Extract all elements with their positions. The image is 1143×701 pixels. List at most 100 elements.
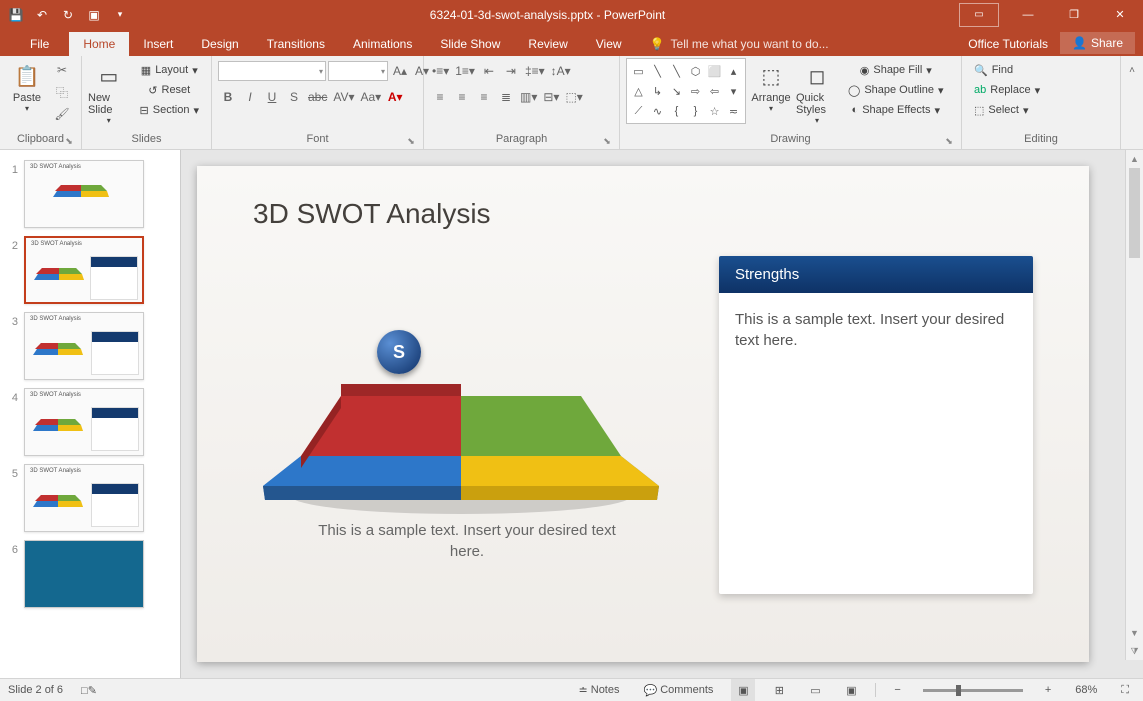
minimize-button[interactable]: —	[1005, 0, 1051, 29]
zoom-level[interactable]: 68%	[1069, 679, 1103, 701]
slide-thumbnail[interactable]: 3D SWOT Analysis	[24, 388, 144, 456]
cut-button[interactable]: ✂	[52, 60, 72, 80]
undo-icon[interactable]: ↶	[30, 3, 54, 27]
shape-icon[interactable]: ⬜	[705, 61, 724, 81]
zoom-slider[interactable]	[923, 689, 1023, 692]
scroll-up-icon[interactable]: ▲	[1126, 150, 1143, 168]
font-family-combo[interactable]	[218, 61, 326, 81]
shadow-button[interactable]: S	[284, 87, 304, 107]
fit-to-window-icon[interactable]: ⛶	[1115, 679, 1135, 701]
shape-icon[interactable]: ⇨	[686, 81, 705, 101]
restore-button[interactable]: ❐	[1051, 0, 1097, 29]
align-left-button[interactable]: ≡	[430, 87, 450, 107]
tab-file[interactable]: File	[20, 32, 69, 56]
shape-icon[interactable]: }	[686, 101, 705, 121]
select-button[interactable]: ⬚Select ▾	[968, 100, 1035, 120]
zoom-thumb[interactable]	[956, 685, 961, 696]
underline-button[interactable]: U	[262, 87, 282, 107]
find-button[interactable]: 🔍Find	[968, 60, 1019, 80]
redo-icon[interactable]: ↻	[56, 3, 80, 27]
slide-indicator[interactable]: Slide 2 of 6	[8, 684, 63, 696]
shape-effects-button[interactable]: ◐Shape Effects ▾	[842, 100, 950, 120]
slide-thumbnail[interactable]: 3D SWOT Analysis	[24, 236, 144, 304]
line-spacing-button[interactable]: ‡≡▾	[523, 61, 547, 81]
replace-button[interactable]: abReplace ▾	[968, 80, 1046, 100]
start-from-beginning-icon[interactable]: ▣	[82, 3, 106, 27]
share-button[interactable]: 👤 Share	[1060, 32, 1135, 54]
strengths-panel[interactable]: Strengths This is a sample text. Insert …	[719, 256, 1033, 594]
scroll-thumb[interactable]	[1129, 168, 1140, 258]
shape-icon[interactable]: ∿	[648, 101, 667, 121]
shape-icon[interactable]: ↘	[667, 81, 686, 101]
arrange-button[interactable]: ⬚ Arrange▾	[750, 58, 792, 113]
slide-caption[interactable]: This is a sample text. Insert your desir…	[307, 520, 627, 562]
shape-icon[interactable]: ╲	[667, 61, 686, 81]
comments-button[interactable]: 💬 Comments	[638, 679, 720, 701]
font-color-button[interactable]: A▾	[385, 87, 405, 107]
swot-platform[interactable]	[261, 336, 661, 536]
smartart-button[interactable]: ⬚▾	[563, 87, 584, 107]
tab-animations[interactable]: Animations	[339, 32, 426, 56]
align-right-button[interactable]: ≡	[474, 87, 494, 107]
shape-icon[interactable]: ⇦	[705, 81, 724, 101]
strength-pin[interactable]: S	[377, 330, 421, 374]
font-launcher-icon[interactable]: ⬊	[405, 136, 417, 148]
shape-outline-button[interactable]: ◯Shape Outline ▾	[842, 80, 950, 100]
slideshow-view-icon[interactable]: ▣	[839, 679, 863, 701]
reset-button[interactable]: ↺Reset	[134, 80, 205, 100]
office-tutorials-link[interactable]: Office Tutorials	[956, 32, 1060, 56]
scroll-down-icon[interactable]: ▼	[1126, 624, 1143, 642]
slide-canvas[interactable]: 3D SWOT Analysis	[197, 166, 1089, 662]
tab-home[interactable]: Home	[69, 32, 129, 56]
tell-me-search[interactable]: 💡 Tell me what you want to do...	[636, 32, 843, 56]
slide-thumbnail[interactable]	[24, 540, 144, 608]
tab-review[interactable]: Review	[514, 32, 581, 56]
close-button[interactable]: ✕	[1097, 0, 1143, 29]
spacing-button[interactable]: AV▾	[331, 87, 356, 107]
font-size-combo[interactable]	[328, 61, 388, 81]
save-icon[interactable]: 💾	[4, 3, 28, 27]
bold-button[interactable]: B	[218, 87, 238, 107]
columns-button[interactable]: ▥▾	[518, 87, 539, 107]
notes-button[interactable]: ≐ Notes	[573, 679, 626, 701]
spell-check-icon[interactable]: □✎	[75, 679, 103, 701]
numbering-button[interactable]: 1≡▾	[453, 61, 477, 81]
align-text-button[interactable]: ⊟▾	[541, 87, 561, 107]
tab-slideshow[interactable]: Slide Show	[426, 32, 514, 56]
sorter-view-icon[interactable]: ⊞	[767, 679, 791, 701]
shape-icon[interactable]: ⬡	[686, 61, 705, 81]
tab-insert[interactable]: Insert	[129, 32, 187, 56]
italic-button[interactable]: I	[240, 87, 260, 107]
align-center-button[interactable]: ≡	[452, 87, 472, 107]
shape-icon[interactable]: ▾	[724, 81, 743, 101]
qat-customize-icon[interactable]: ▾	[108, 3, 132, 27]
shape-fill-button[interactable]: ◉Shape Fill ▾	[842, 60, 950, 80]
slide-thumbnail[interactable]: 3D SWOT Analysis	[24, 464, 144, 532]
slide-thumbnail[interactable]: 3D SWOT Analysis	[24, 160, 144, 228]
reading-view-icon[interactable]: ▭	[803, 679, 827, 701]
shape-icon[interactable]: ↳	[648, 81, 667, 101]
slide-title[interactable]: 3D SWOT Analysis	[253, 198, 491, 230]
zoom-out-button[interactable]: −	[888, 679, 906, 701]
next-slide-icon[interactable]: ⧩	[1126, 642, 1143, 660]
shape-icon[interactable]: ≂	[724, 101, 743, 121]
increase-font-button[interactable]: A▴	[390, 61, 410, 81]
justify-button[interactable]: ≣	[496, 87, 516, 107]
format-painter-button[interactable]: 🖌	[52, 104, 72, 124]
shape-icon[interactable]: △	[629, 81, 648, 101]
tab-view[interactable]: View	[582, 32, 636, 56]
shape-icon[interactable]: ☆	[705, 101, 724, 121]
paragraph-launcher-icon[interactable]: ⬊	[601, 136, 613, 148]
shape-icon[interactable]: ▭	[629, 61, 648, 81]
clipboard-launcher-icon[interactable]: ⬊	[63, 136, 75, 148]
bullets-button[interactable]: •≡▾	[430, 61, 451, 81]
text-direction-button[interactable]: ↕A▾	[549, 61, 573, 81]
change-case-button[interactable]: Aa▾	[359, 87, 384, 107]
zoom-in-button[interactable]: +	[1039, 679, 1057, 701]
paste-button[interactable]: 📋 Paste ▾	[6, 58, 48, 113]
increase-indent-button[interactable]: ⇥	[501, 61, 521, 81]
panel-body[interactable]: This is a sample text. Insert your desir…	[719, 293, 1033, 367]
quick-styles-button[interactable]: ◻ Quick Styles▾	[796, 58, 838, 125]
slide-thumbnail[interactable]: 3D SWOT Analysis	[24, 312, 144, 380]
section-button[interactable]: ⊟Section ▾	[134, 100, 205, 120]
